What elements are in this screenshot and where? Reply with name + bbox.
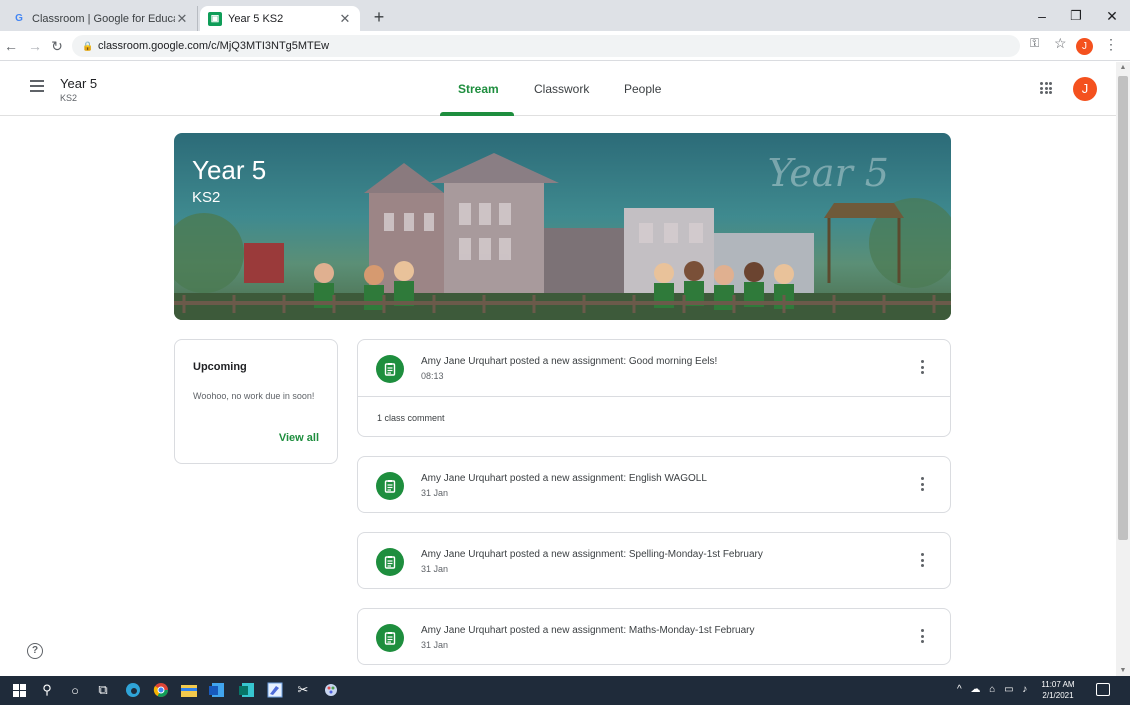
- browser-tab-title: Year 5 KS2: [228, 12, 284, 25]
- paint-icon[interactable]: [266, 681, 284, 699]
- paint-brush-app-icon[interactable]: [322, 681, 340, 699]
- restore-window-button[interactable]: ❐: [1062, 6, 1090, 26]
- browser-tab-year5[interactable]: ▣ Year 5 KS2 ✕: [200, 6, 360, 31]
- minimize-window-button[interactable]: –: [1028, 6, 1056, 26]
- chrome-profile-avatar[interactable]: J: [1076, 38, 1093, 55]
- edge-icon[interactable]: [124, 681, 142, 699]
- class-name[interactable]: Year 5: [60, 76, 97, 91]
- view-all-link[interactable]: View all: [279, 432, 319, 444]
- notification-icon[interactable]: [1096, 683, 1110, 696]
- banner-class-title[interactable]: Year 5: [192, 155, 266, 186]
- tab-classwork[interactable]: Classwork: [534, 82, 589, 96]
- forward-arrow-icon[interactable]: →: [26, 36, 44, 56]
- chrome-menu-icon[interactable]: ⋮: [1104, 36, 1118, 53]
- account-avatar[interactable]: J: [1073, 77, 1097, 101]
- banner-section: KS2: [192, 189, 221, 206]
- assignment-icon: [376, 472, 404, 500]
- post-date: 31 Jan: [421, 640, 449, 650]
- more-options-icon[interactable]: [921, 553, 925, 567]
- upcoming-card: Upcoming Woohoo, no work due in soon! Vi…: [174, 339, 338, 464]
- post-title[interactable]: Amy Jane Urquhart posted a new assignmen…: [421, 473, 707, 484]
- post-title[interactable]: Amy Jane Urquhart posted a new assignmen…: [421, 356, 717, 367]
- close-tab-icon[interactable]: ✕: [175, 11, 189, 27]
- system-tray-icons[interactable]: ^ ☁ ⌂ ▭ ♪: [957, 684, 1030, 695]
- class-comment-link[interactable]: 1 class comment: [358, 396, 950, 437]
- file-explorer-icon[interactable]: [180, 681, 198, 699]
- google-apps-icon[interactable]: [1040, 82, 1052, 94]
- active-tab-indicator: [440, 112, 514, 116]
- snipping-tool-icon[interactable]: ✂: [294, 681, 312, 699]
- more-options-icon[interactable]: [921, 477, 925, 491]
- back-arrow-icon[interactable]: ←: [2, 36, 20, 56]
- stream-post[interactable]: Amy Jane Urquhart posted a new assignmen…: [357, 608, 951, 665]
- close-tab-icon[interactable]: ✕: [338, 11, 352, 27]
- google-g-icon: G: [15, 13, 23, 24]
- stream-post[interactable]: Amy Jane Urquhart posted a new assignmen…: [357, 456, 951, 513]
- key-icon[interactable]: ⚿: [1030, 36, 1039, 51]
- url-text: classroom.google.com/c/MjQ3MTI3NTg5MTEw: [98, 40, 330, 52]
- cortana-icon[interactable]: ○: [66, 681, 84, 699]
- scroll-down-arrow-icon[interactable]: ▼: [1116, 667, 1130, 674]
- assignment-icon: [376, 624, 404, 652]
- post-title[interactable]: Amy Jane Urquhart posted a new assignmen…: [421, 625, 755, 636]
- address-bar[interactable]: 🔒 classroom.google.com/c/MjQ3MTI3NTg5MTE…: [72, 35, 1020, 57]
- browser-toolbar: ← → ↻ 🔒 classroom.google.com/c/MjQ3MTI3N…: [0, 31, 1130, 61]
- task-view-icon[interactable]: ⧉: [94, 681, 112, 699]
- bookmark-star-icon[interactable]: ☆: [1054, 35, 1067, 52]
- app: G Classroom | Google for Educatio ✕ ▣ Ye…: [0, 0, 1130, 705]
- post-date: 08:13: [421, 371, 444, 381]
- classroom-favicon-icon: ▣: [208, 11, 222, 26]
- publisher-icon[interactable]: [238, 681, 256, 699]
- classroom-header: Year 5 KS2 Stream Classwork People J: [0, 62, 1116, 116]
- main-menu-icon[interactable]: [30, 80, 44, 92]
- search-icon[interactable]: ⚲: [38, 681, 56, 699]
- more-options-icon[interactable]: [921, 360, 925, 374]
- assignment-icon: [376, 355, 404, 383]
- windows-taskbar: ⚲ ○ ⧉ ✂ ^ ☁ ⌂ ▭ ♪ 11:07 AM 2/1/2021: [0, 676, 1130, 705]
- scroll-up-arrow-icon[interactable]: ▲: [1116, 64, 1130, 71]
- help-icon[interactable]: ?: [27, 643, 43, 659]
- reload-icon[interactable]: ↻: [48, 36, 66, 56]
- tab-stream[interactable]: Stream: [458, 82, 499, 96]
- windows-start-icon[interactable]: [10, 681, 28, 699]
- page-scrollbar[interactable]: ▲ ▼: [1116, 62, 1130, 676]
- browser-tab-strip: G Classroom | Google for Educatio ✕ ▣ Ye…: [0, 0, 1130, 31]
- upcoming-title: Upcoming: [193, 361, 247, 373]
- more-options-icon[interactable]: [921, 629, 925, 643]
- upcoming-text: Woohoo, no work due in soon!: [193, 391, 315, 401]
- tab-people[interactable]: People: [624, 82, 661, 96]
- word-icon[interactable]: [208, 681, 226, 699]
- new-tab-button[interactable]: +: [368, 7, 390, 29]
- stream-post[interactable]: Amy Jane Urquhart posted a new assignmen…: [357, 339, 951, 437]
- class-banner: Year 5 KS2 Year 5: [174, 133, 951, 320]
- clock-date: 2/1/2021: [1042, 691, 1074, 700]
- banner-decoration-text: Year 5: [767, 151, 889, 195]
- post-date: 31 Jan: [421, 488, 449, 498]
- stream-post[interactable]: Amy Jane Urquhart posted a new assignmen…: [357, 532, 951, 589]
- close-window-button[interactable]: ✕: [1098, 6, 1126, 26]
- chrome-icon[interactable]: [152, 681, 170, 699]
- browser-tab-title: Classroom | Google for Educatio: [32, 12, 175, 25]
- post-date: 31 Jan: [421, 564, 449, 574]
- taskbar-clock[interactable]: 11:07 AM 2/1/2021: [1036, 679, 1080, 701]
- post-title[interactable]: Amy Jane Urquhart posted a new assignmen…: [421, 549, 763, 560]
- class-section: KS2: [60, 93, 78, 103]
- lock-icon: 🔒: [82, 41, 94, 51]
- assignment-icon: [376, 548, 404, 576]
- clock-time: 11:07 AM: [1041, 680, 1075, 689]
- scrollbar-thumb[interactable]: [1118, 76, 1128, 540]
- browser-tab-classroom-home[interactable]: G Classroom | Google for Educatio ✕: [4, 6, 198, 31]
